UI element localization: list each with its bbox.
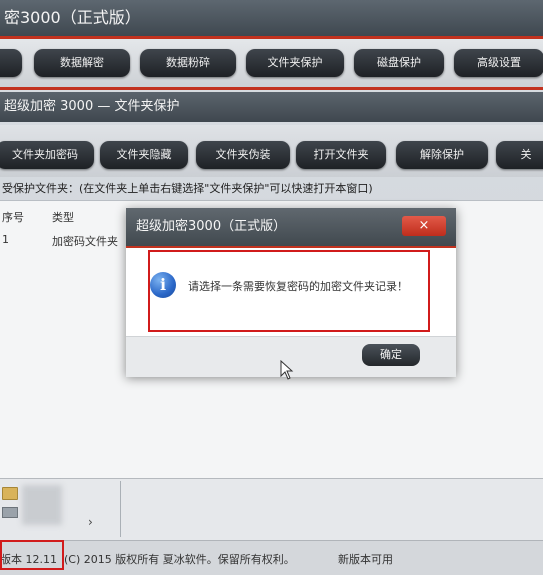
chevron-right-icon[interactable]: › [88, 515, 93, 529]
remove-protection-button[interactable]: 解除保护 [396, 141, 488, 169]
close-icon[interactable]: × [402, 216, 446, 236]
row-index[interactable]: 1 [2, 233, 9, 246]
folder-icon[interactable] [2, 487, 18, 500]
folder-password-button[interactable]: 文件夹加密码 [0, 141, 94, 169]
folder-protect-button[interactable]: 文件夹保护 [246, 49, 344, 77]
decrypt-button[interactable]: 数据解密 [34, 49, 130, 77]
open-folder-button[interactable]: 打开文件夹 [296, 141, 386, 169]
folder-disguise-button[interactable]: 文件夹伪装 [196, 141, 290, 169]
copyright-text: (C) 2015 版权所有 夏冰软件。保留所有权利。 [64, 553, 295, 566]
ok-button[interactable]: 确定 [362, 344, 420, 366]
message-dialog: 超级加密3000（正式版） × i 请选择一条需要恢复密码的加密文件夹记录！ 确… [126, 208, 456, 377]
toolbar-button-partial[interactable] [0, 49, 22, 77]
advanced-settings-button[interactable]: 高级设置 [454, 49, 543, 77]
status-bar: 版本 12.11 (C) 2015 版权所有 夏冰软件。保留所有权利。 新版本可… [0, 540, 543, 575]
panel-divider [120, 481, 121, 537]
row-type[interactable]: 加密码文件夹 [52, 233, 118, 249]
disk-protect-button[interactable]: 磁盘保护 [354, 49, 444, 77]
main-window-title: 密3000（正式版） [0, 0, 543, 36]
blurred-region [22, 485, 62, 525]
new-version-link[interactable]: 新版本可用 [338, 551, 393, 567]
column-header-type[interactable]: 类型 [52, 209, 74, 225]
toolbar-divider [0, 87, 543, 90]
drive-icon[interactable] [2, 507, 18, 518]
drive-panel: › [0, 478, 543, 541]
close-partial-button[interactable]: 关 [496, 141, 543, 169]
screen: 密3000（正式版） 数据解密 数据粉碎 文件夹保护 磁盘保护 高级设置 超级加… [0, 0, 543, 575]
folder-protect-title: 超级加密 3000 — 文件夹保护 [0, 92, 543, 122]
folder-hide-button[interactable]: 文件夹隐藏 [100, 141, 188, 169]
message-highlight-box [148, 250, 430, 332]
main-toolbar: 数据解密 数据粉碎 文件夹保护 磁盘保护 高级设置 [0, 39, 543, 87]
folder-toolbar: 文件夹加密码 文件夹隐藏 文件夹伪装 打开文件夹 解除保护 关 [0, 125, 543, 177]
protected-folder-hint: 受保护文件夹：(在文件夹上单击右键选择"文件夹保护"可以快速打开本窗口) [2, 182, 373, 195]
version-highlight-box [0, 540, 64, 570]
shred-button[interactable]: 数据粉碎 [140, 49, 236, 77]
column-header-index[interactable]: 序号 [2, 209, 24, 225]
